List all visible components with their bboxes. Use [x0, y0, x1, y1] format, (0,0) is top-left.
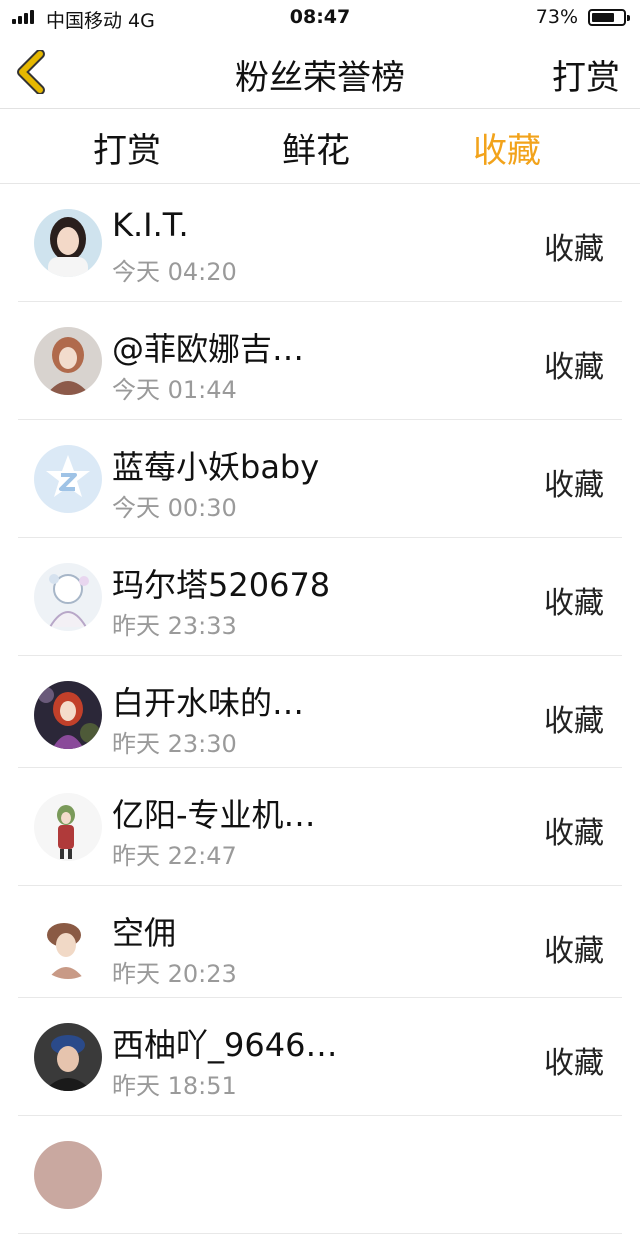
avatar — [34, 911, 102, 979]
user-name: 玛尔塔520678 — [112, 566, 331, 604]
tab-bar: 打赏 鲜花 收藏 — [0, 109, 640, 184]
list-item[interactable]: 蓝莓小妖baby 今天 00:30 收藏 — [18, 420, 622, 538]
user-name: 空佣 — [112, 914, 177, 952]
battery-percent: 73% — [535, 6, 578, 28]
fan-list: K.I.T. 今天 04:20 收藏 @菲欧娜吉… 今天 01:44 收藏 蓝莓… — [0, 184, 640, 1234]
list-item[interactable]: 白开水味的… 昨天 23:30 收藏 — [18, 656, 622, 768]
timestamp: 今天 00:30 — [112, 494, 237, 522]
user-name: 蓝莓小妖baby — [112, 448, 320, 486]
list-item[interactable]: @菲欧娜吉… 今天 01:44 收藏 — [18, 302, 622, 420]
timestamp: 昨天 23:30 — [112, 730, 237, 758]
avatar — [34, 327, 102, 395]
user-name: K.I.T. — [112, 206, 189, 244]
favorite-label: 收藏 — [544, 350, 604, 385]
timestamp: 昨天 20:23 — [112, 960, 237, 988]
favorite-label: 收藏 — [544, 468, 604, 503]
avatar — [34, 681, 102, 749]
battery-icon — [588, 9, 630, 26]
avatar — [34, 445, 102, 513]
timestamp: 昨天 18:51 — [112, 1072, 237, 1100]
timestamp: 昨天 22:47 — [112, 842, 237, 870]
avatar — [34, 209, 102, 277]
favorite-label: 收藏 — [544, 704, 604, 739]
timestamp: 今天 04:20 — [112, 258, 237, 286]
favorite-label: 收藏 — [544, 816, 604, 851]
list-item[interactable]: 玛尔塔520678 昨天 23:33 收藏 — [18, 538, 622, 656]
page-title: 粉丝荣誉榜 — [235, 58, 405, 98]
tab-flowers[interactable]: 鲜花 — [282, 123, 350, 172]
avatar — [34, 793, 102, 861]
nav-bar: 粉丝荣誉榜 打赏 — [0, 36, 640, 109]
timestamp: 昨天 23:33 — [112, 612, 237, 640]
tab-reward[interactable]: 打赏 — [93, 123, 161, 172]
favorite-label: 收藏 — [544, 232, 604, 267]
favorite-label: 收藏 — [544, 934, 604, 969]
reward-button[interactable]: 打赏 — [552, 50, 620, 99]
list-item-partial[interactable] — [18, 1116, 622, 1234]
list-item[interactable]: 西柚吖_9646… 昨天 18:51 收藏 — [18, 998, 622, 1116]
avatar — [34, 563, 102, 631]
favorite-label: 收藏 — [544, 586, 604, 621]
list-item[interactable]: 亿阳-专业机… 昨天 22:47 收藏 — [18, 768, 622, 886]
favorite-label: 收藏 — [544, 1046, 604, 1081]
timestamp: 今天 01:44 — [112, 376, 237, 404]
avatar — [34, 1023, 102, 1091]
avatar — [34, 1141, 102, 1209]
user-name: 西柚吖_9646… — [112, 1026, 338, 1064]
status-bar: 中国移动 4G 08:47 73% — [0, 0, 640, 36]
list-item[interactable]: 空佣 昨天 20:23 收藏 — [18, 886, 622, 998]
tab-favorites[interactable]: 收藏 — [473, 123, 541, 172]
list-item[interactable]: K.I.T. 今天 04:20 收藏 — [18, 184, 622, 302]
user-name: 亿阳-专业机… — [112, 796, 316, 834]
user-name: 白开水味的… — [112, 684, 305, 722]
user-name: @菲欧娜吉… — [112, 330, 305, 368]
